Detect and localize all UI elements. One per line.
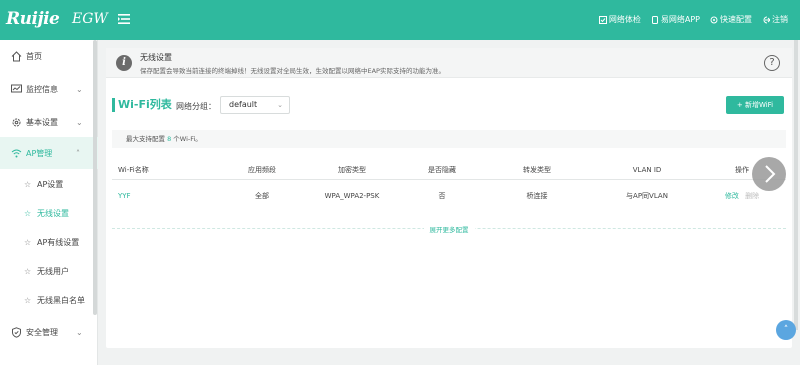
max-wifi-suffix: 个Wi-Fi。: [173, 135, 202, 143]
table-row: YYF 全部 WPA_WPA2-PSK 否 桥连接 与AP同VLAN 修改 删除: [112, 186, 786, 206]
chevron-down-icon: ⌄: [76, 84, 83, 94]
chevron-down-icon: ⌄: [76, 117, 83, 127]
sidebar-subitem-ap-settings[interactable]: ☆ AP设置: [0, 170, 98, 198]
expand-more-label: 展开更多配置: [423, 226, 475, 234]
app-button[interactable]: 易网络APP: [651, 14, 700, 25]
chevron-up-icon: ˄: [76, 148, 80, 158]
quick-config-icon: [710, 16, 718, 23]
sidebar-subitem-wireless-settings[interactable]: ☆ 无线设置: [0, 199, 98, 227]
sidebar-subitem-label: AP有线设置: [37, 237, 80, 247]
star-icon: ☆: [24, 179, 32, 189]
sidebar-subitem-label: 无线黑白名单: [37, 295, 85, 305]
help-icon[interactable]: ?: [764, 55, 780, 71]
chevron-up-icon[interactable]: ˄: [776, 320, 796, 340]
product-name: EGW: [72, 11, 108, 27]
add-wifi-button[interactable]: + 新增WiFi: [726, 96, 784, 114]
app-label: 易网络APP: [660, 15, 700, 24]
sidebar-item-label: 基本设置: [26, 117, 58, 127]
max-wifi-notice: 最大支持配置 8 个Wi-Fi。: [112, 130, 786, 148]
top-bar: Ruijie EGW 网络体检 易网络APP 快速配置 注销: [0, 0, 800, 40]
column-header: 加密类型: [338, 166, 366, 174]
sidebar-subitem-label: AP设置: [37, 179, 64, 189]
sidebar-item-basic-settings[interactable]: 基本设置 ⌄: [0, 106, 98, 138]
sidebar-item-security[interactable]: 安全管理 ⌄: [0, 316, 98, 348]
sidebar-item-label: 监控信息: [26, 84, 58, 94]
banner-description: 保存配置会导致当前连接的终端掉线！无线设置对全局生效，生效配置以网络中EAP实际…: [140, 67, 445, 75]
column-header: 转发类型: [523, 166, 551, 174]
star-icon: ☆: [24, 295, 32, 305]
sidebar-item-label: 安全管理: [26, 327, 58, 337]
wifi-band: 全部: [255, 192, 269, 200]
delete-link[interactable]: 删除: [745, 192, 759, 200]
expand-more-link[interactable]: 展开更多配置: [106, 224, 792, 234]
wifi-hidden: 否: [438, 192, 446, 200]
chevron-down-icon: ⌄: [76, 327, 83, 337]
sidebar: 首页 监控信息 ⌄ 基本设置 ⌄ AP管理 ˄ ☆ AP设置 ☆ 无线设置 ☆ …: [0, 40, 98, 365]
wifi-vlan: 与AP同VLAN: [626, 192, 668, 200]
chevron-right-icon: [765, 165, 776, 183]
sidebar-scrollbar[interactable]: [93, 40, 97, 315]
column-header: 是否隐藏: [428, 166, 456, 174]
network-group-select[interactable]: default ⌄: [220, 96, 290, 114]
banner-title: 无线设置: [140, 53, 172, 62]
star-icon: ☆: [24, 266, 32, 276]
shield-icon: [12, 326, 21, 338]
column-header: 应用频段: [248, 166, 276, 174]
logout-label: 注销: [772, 15, 788, 24]
page-scrollbar[interactable]: [794, 40, 798, 330]
wifi-forwarding: 桥连接: [526, 192, 548, 200]
chevron-down-icon: ⌄: [277, 101, 283, 109]
star-icon: ☆: [24, 237, 32, 247]
menu-toggle-icon[interactable]: [118, 13, 130, 25]
sidebar-subitem-wireless-users[interactable]: ☆ 无线用户: [0, 257, 98, 285]
logout-icon: [763, 16, 770, 23]
home-icon: [11, 50, 22, 61]
wifi-icon: [11, 149, 22, 157]
max-wifi-prefix: 最大支持配置: [126, 135, 165, 143]
sidebar-item-ap-management[interactable]: AP管理 ˄: [0, 137, 98, 169]
sidebar-subitem-label: 无线用户: [37, 266, 69, 276]
sidebar-item-home[interactable]: 首页: [0, 40, 98, 72]
monitor-icon: [11, 84, 22, 92]
wifi-encryption: WPA_WPA2-PSK: [324, 192, 380, 200]
wifi-list-title: Wi-Fi列表: [112, 98, 172, 112]
quick-config-label: 快速配置: [720, 15, 752, 24]
star-icon: ☆: [24, 208, 32, 218]
sidebar-item-label: 首页: [26, 51, 42, 61]
network-check-icon: [598, 15, 607, 24]
network-group-label: 网络分组：: [176, 102, 216, 111]
table-header: Wi-Fi名称 应用频段 加密类型 是否隐藏 转发类型 VLAN ID 操作: [112, 160, 786, 180]
brand-logo: Ruijie: [6, 9, 60, 29]
app-icon: [651, 15, 658, 24]
gear-icon: [12, 118, 21, 126]
header-actions: 网络体检 易网络APP 快速配置 注销: [598, 14, 788, 25]
main-content: i 无线设置 保存配置会导致当前连接的终端掉线！无线设置对全局生效，生效配置以网…: [106, 48, 792, 348]
column-header: Wi-Fi名称: [118, 166, 149, 174]
info-banner: i 无线设置 保存配置会导致当前连接的终端掉线！无线设置对全局生效，生效配置以网…: [106, 48, 792, 78]
sidebar-subitem-label: 无线设置: [37, 208, 69, 218]
sidebar-subitem-ap-wired-settings[interactable]: ☆ AP有线设置: [0, 228, 98, 256]
max-wifi-count: 8: [167, 135, 172, 143]
sidebar-subitem-blacklist[interactable]: ☆ 无线黑白名单: [0, 286, 98, 314]
edit-link[interactable]: 修改: [725, 192, 739, 200]
column-header: VLAN ID: [632, 166, 662, 174]
next-arrow-button[interactable]: [752, 157, 786, 191]
sidebar-item-label: AP管理: [26, 148, 53, 158]
quick-config-button[interactable]: 快速配置: [710, 14, 752, 25]
network-group-value: default: [229, 100, 258, 109]
info-icon: i: [116, 55, 132, 71]
logout-button[interactable]: 注销: [762, 14, 788, 25]
network-check-button[interactable]: 网络体检: [598, 14, 641, 25]
network-check-label: 网络体检: [608, 15, 641, 24]
wifi-name[interactable]: YYF: [118, 186, 178, 206]
sidebar-item-monitor[interactable]: 监控信息 ⌄: [0, 73, 98, 105]
